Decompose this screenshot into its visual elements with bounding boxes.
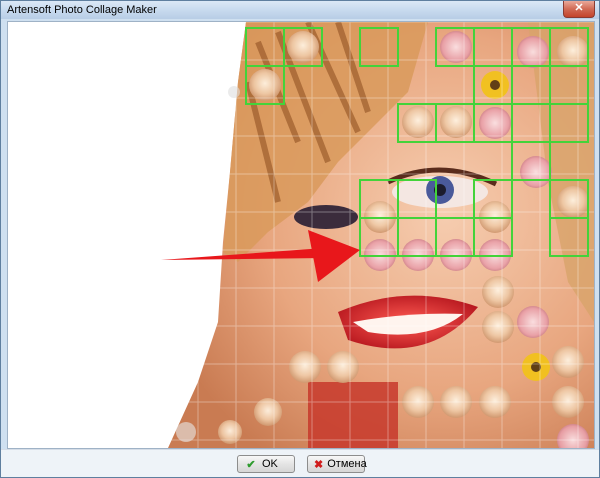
dialog-window: Artensoft Photo Collage Maker ✕ ✔ OK ✖ О…: [0, 0, 600, 478]
close-button[interactable]: ✕: [563, 1, 595, 18]
title-bar[interactable]: Artensoft Photo Collage Maker ✕: [1, 1, 599, 19]
ok-button[interactable]: ✔ OK: [237, 455, 295, 473]
ok-button-label: OK: [262, 458, 278, 470]
close-icon: ✕: [574, 2, 584, 14]
preview-pane: [7, 21, 595, 449]
mosaic-image: [8, 22, 594, 448]
window-title: Artensoft Photo Collage Maker: [7, 4, 157, 16]
cross-icon: ✖: [314, 458, 324, 471]
cancel-button-label: Отмена: [327, 458, 367, 470]
button-bar: ✔ OK ✖ Отмена: [1, 449, 599, 477]
check-icon: ✔: [246, 458, 256, 471]
cancel-button[interactable]: ✖ Отмена: [307, 455, 367, 473]
